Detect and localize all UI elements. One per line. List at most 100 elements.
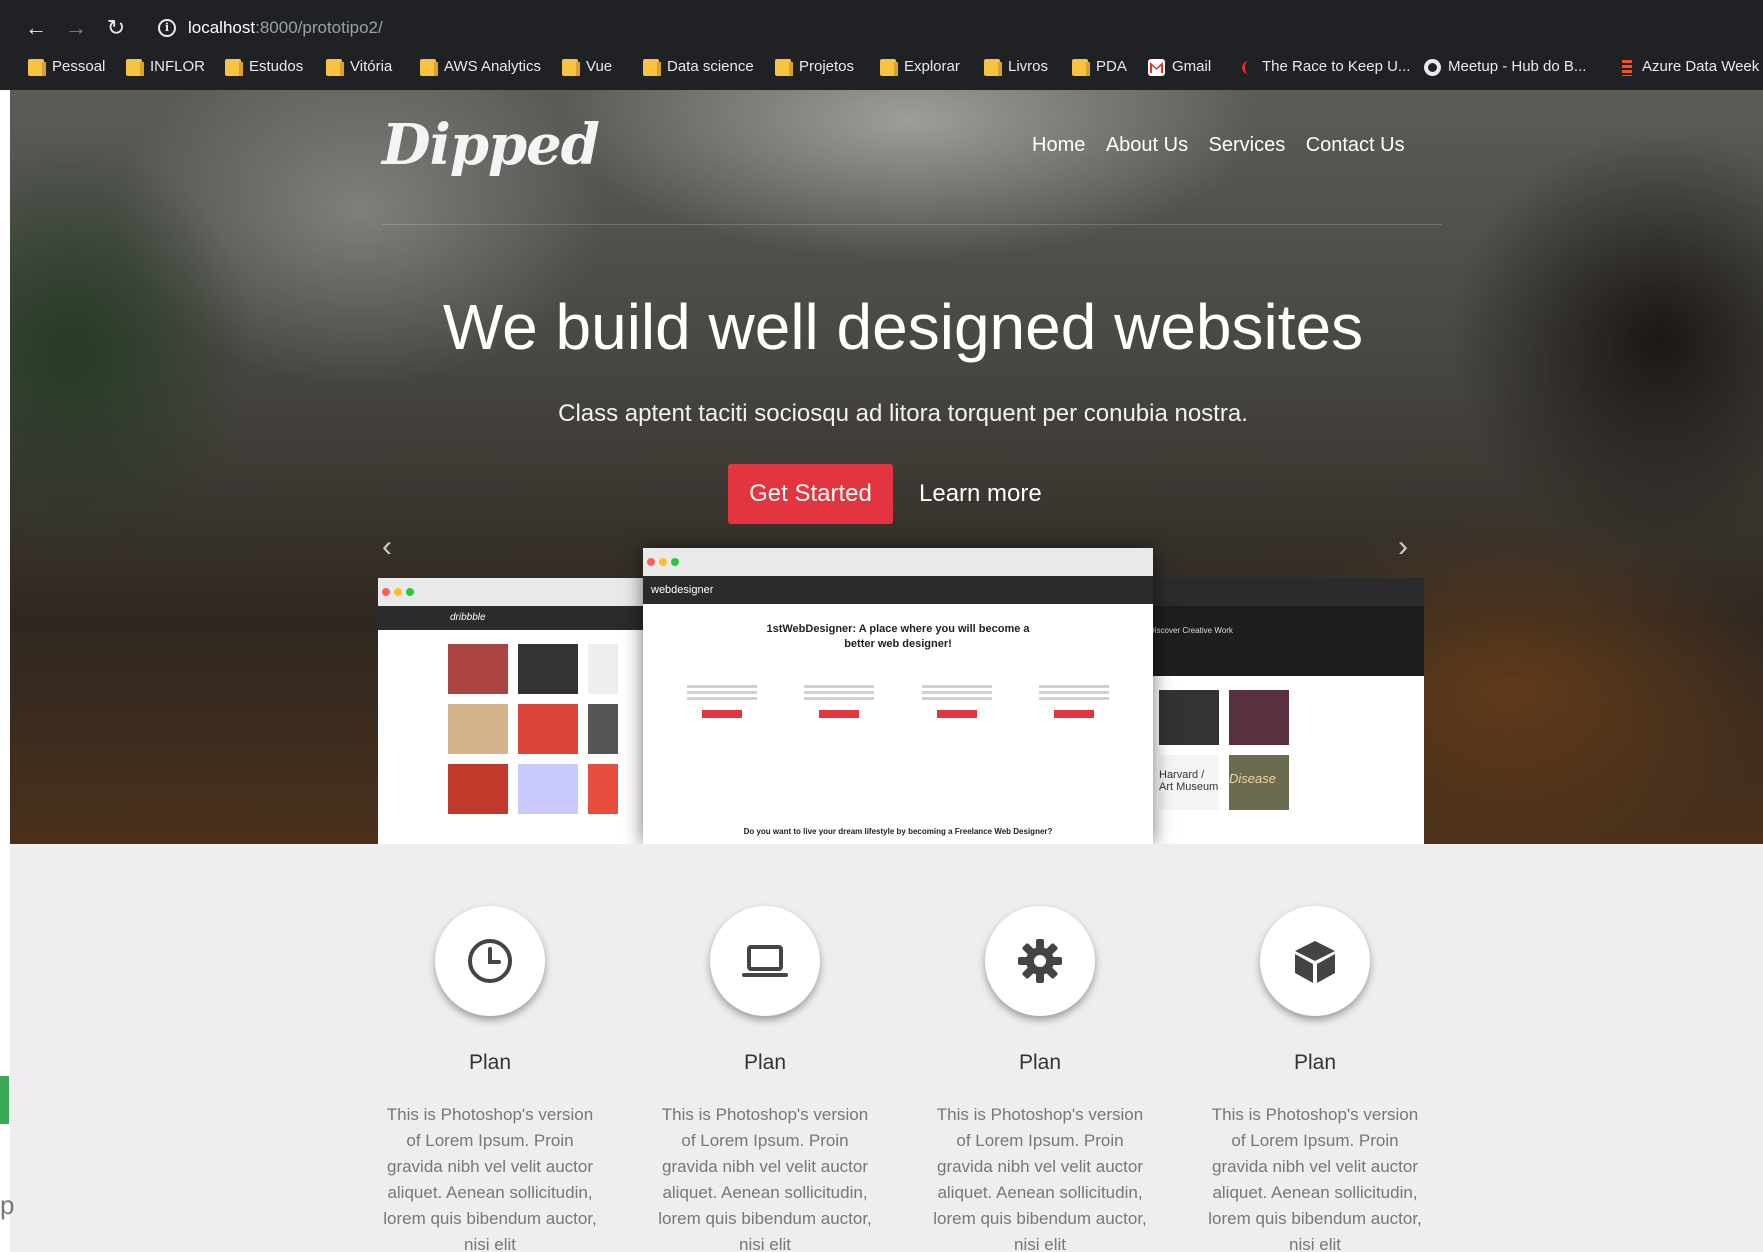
url-path: :8000/prototipo2/ xyxy=(255,18,383,37)
bookmark-explorar[interactable]: Explorar xyxy=(880,52,960,82)
folder-icon xyxy=(880,59,898,76)
hero-divider xyxy=(382,224,1442,225)
side-text-fragment: p xyxy=(0,1190,15,1220)
address-bar[interactable]: i localhost:8000/prototipo2/ xyxy=(150,11,1763,45)
bookmark-label: Gmail xyxy=(1172,58,1212,75)
clock-icon xyxy=(468,939,512,983)
feature-text: This is Photoshop's version of Lorem Ips… xyxy=(658,1105,872,1252)
mockup-center-columns xyxy=(643,682,1153,718)
feature-text: This is Photoshop's version of Lorem Ips… xyxy=(383,1105,597,1252)
bookmark-label: AWS Analytics xyxy=(444,58,541,75)
bookmark-data-science[interactable]: Data science xyxy=(643,52,754,82)
nav-contact-us[interactable]: Contact Us xyxy=(1306,134,1405,157)
mockup-left-thumbs xyxy=(378,630,658,814)
cube-icon xyxy=(1295,941,1335,983)
site-info-icon[interactable]: i xyxy=(158,19,176,37)
feature-title: Plan xyxy=(743,1051,787,1074)
bookmark-label: Azure Data Week - xyxy=(1642,58,1763,75)
browser-nav-row: ← → ↻ i localhost:8000/prototipo2/ xyxy=(0,8,1763,48)
folder-icon xyxy=(562,59,580,76)
race-icon xyxy=(1238,59,1255,76)
forward-arrow-icon[interactable]: → xyxy=(56,8,96,48)
learn-more-link[interactable]: Learn more xyxy=(919,464,1042,524)
bookmark-label: Explorar xyxy=(904,58,960,75)
mockup-right-thumbs: Harvard / Art Museum Disease xyxy=(1147,676,1424,810)
bookmark-label: PDA xyxy=(1096,58,1127,75)
back-arrow-icon[interactable]: ← xyxy=(16,8,56,48)
bookmark-estudos[interactable]: Estudos xyxy=(225,52,303,82)
feature-title: Plan xyxy=(1293,1051,1337,1074)
mockup-center-logo: webdesigner xyxy=(643,576,1153,604)
feature-text: This is Photoshop's version of Lorem Ips… xyxy=(933,1105,1147,1252)
meetup-icon xyxy=(1424,59,1441,76)
folder-icon xyxy=(775,59,793,76)
browser-chrome: ← → ↻ i localhost:8000/prototipo2/ Pesso… xyxy=(0,0,1763,90)
bookmarks-bar: Pessoal INFLOR Estudos Vitória AWS Analy… xyxy=(0,52,1763,82)
folder-icon xyxy=(984,59,1002,76)
folder-icon xyxy=(420,59,438,76)
mockup-right: Discover Creative Work Harvard / Art Mus… xyxy=(1147,578,1424,844)
bookmark-label: Pessoal xyxy=(52,58,106,75)
feature-icon-circle xyxy=(985,906,1095,1016)
feature-title: Plan xyxy=(468,1051,512,1074)
carousel-prev-icon[interactable]: ‹ xyxy=(382,530,392,564)
mockup-center-footer: Do you want to live your dream lifestyle… xyxy=(743,827,1053,836)
nav-about-us[interactable]: About Us xyxy=(1106,134,1188,157)
mockup-left: dribbble xyxy=(378,578,658,844)
bookmark-inflor[interactable]: INFLOR xyxy=(126,52,205,82)
folder-icon xyxy=(126,59,144,76)
brand-logo[interactable]: Dipped xyxy=(382,112,600,178)
mockup-left-logo: dribbble xyxy=(378,606,658,630)
bookmark-meetup[interactable]: Meetup - Hub do B... xyxy=(1424,52,1586,82)
side-tab-fragment xyxy=(0,1076,9,1124)
bookmark-vitoria[interactable]: Vitória xyxy=(326,52,392,82)
feature-text: This is Photoshop's version of Lorem Ips… xyxy=(1208,1105,1422,1252)
feature-icon-circle xyxy=(435,906,545,1016)
get-started-button[interactable]: Get Started xyxy=(728,464,893,524)
bookmark-label: INFLOR xyxy=(150,58,206,75)
feature-icon-circle xyxy=(1260,906,1370,1016)
folder-icon xyxy=(225,59,243,76)
carousel-next-icon[interactable]: › xyxy=(1398,530,1408,564)
features-section: Plan This is Photoshop's version of Lore… xyxy=(10,844,1763,1252)
gmail-icon xyxy=(1148,59,1165,76)
mockup-right-heading: Discover Creative Work xyxy=(1147,606,1424,676)
bookmark-label: Projetos xyxy=(799,58,855,75)
bookmark-aws-analytics[interactable]: AWS Analytics xyxy=(420,52,541,82)
feature-icon-circle xyxy=(710,906,820,1016)
feature-title: Plan xyxy=(1018,1051,1062,1074)
mockup-window-bar xyxy=(378,578,658,606)
folder-icon xyxy=(28,59,46,76)
bookmark-label: Data science xyxy=(667,58,754,75)
mockup-center: webdesigner 1stWebDesigner: A place wher… xyxy=(643,548,1153,844)
laptop-icon xyxy=(742,945,788,977)
bookmark-azure[interactable]: Azure Data Week - xyxy=(1618,52,1763,82)
nav-home[interactable]: Home xyxy=(1032,134,1085,157)
bookmark-vue[interactable]: Vue xyxy=(562,52,612,82)
bookmark-race[interactable]: The Race to Keep U... xyxy=(1238,52,1410,82)
azure-icon xyxy=(1618,59,1635,76)
bookmark-label: The Race to Keep U... xyxy=(1262,58,1411,75)
bookmark-label: Meetup - Hub do B... xyxy=(1448,58,1587,75)
main-nav: Home About Us Services Contact Us xyxy=(1032,134,1421,157)
mockup-center-headline: 1stWebDesigner: A place where you will b… xyxy=(766,623,1030,650)
bookmark-pda[interactable]: PDA xyxy=(1072,52,1127,82)
bookmark-gmail[interactable]: Gmail xyxy=(1148,52,1211,82)
bookmark-projetos[interactable]: Projetos xyxy=(775,52,854,82)
bookmark-label: Vitória xyxy=(350,58,393,75)
reload-icon[interactable]: ↻ xyxy=(96,8,136,48)
hero-subtitle: Class aptent taciti sociosqu ad litora t… xyxy=(558,400,1248,427)
nav-services[interactable]: Services xyxy=(1209,134,1286,157)
bookmark-pessoal[interactable]: Pessoal xyxy=(28,52,105,82)
bookmark-label: Vue xyxy=(586,58,613,75)
folder-icon xyxy=(643,59,661,76)
mockup-window-bar xyxy=(643,548,1153,576)
url-host: localhost xyxy=(188,18,256,37)
bookmark-livros[interactable]: Livros xyxy=(984,52,1048,82)
mockup-right-topbar xyxy=(1147,578,1424,606)
gear-icon xyxy=(1018,939,1062,983)
folder-icon xyxy=(326,59,344,76)
folder-icon xyxy=(1072,59,1090,76)
hero-title: We build well designed websites xyxy=(442,291,1364,363)
hero-section: Dipped Home About Us Services Contact Us… xyxy=(10,90,1763,844)
